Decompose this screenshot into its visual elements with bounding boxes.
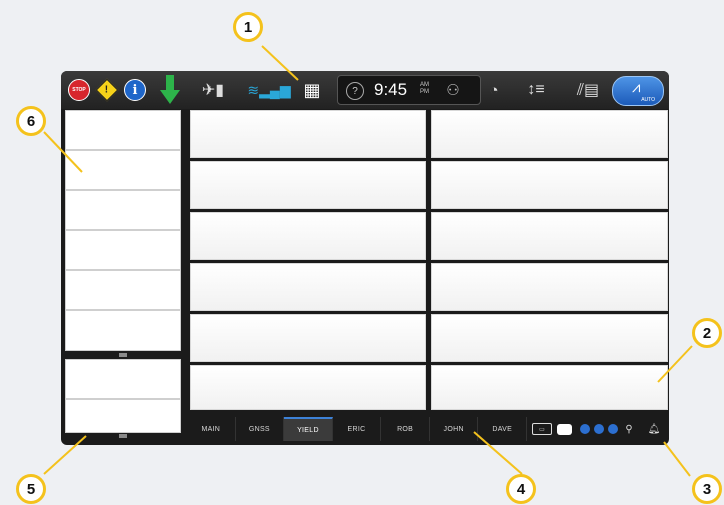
callout-1: 1 bbox=[233, 12, 263, 42]
leader-line-2 bbox=[657, 345, 693, 383]
callout-2: 2 bbox=[692, 318, 722, 348]
callout-4: 4 bbox=[506, 474, 536, 504]
leader-line-6 bbox=[43, 131, 83, 173]
leader-line-4 bbox=[473, 431, 523, 475]
leader-line-3 bbox=[663, 441, 691, 477]
leader-line-1 bbox=[261, 45, 299, 81]
callout-leader-lines bbox=[43, 45, 693, 477]
callout-6: 6 bbox=[16, 106, 46, 136]
callout-3: 3 bbox=[692, 474, 722, 504]
leader-line-5 bbox=[43, 435, 87, 475]
callout-5: 5 bbox=[16, 474, 46, 504]
